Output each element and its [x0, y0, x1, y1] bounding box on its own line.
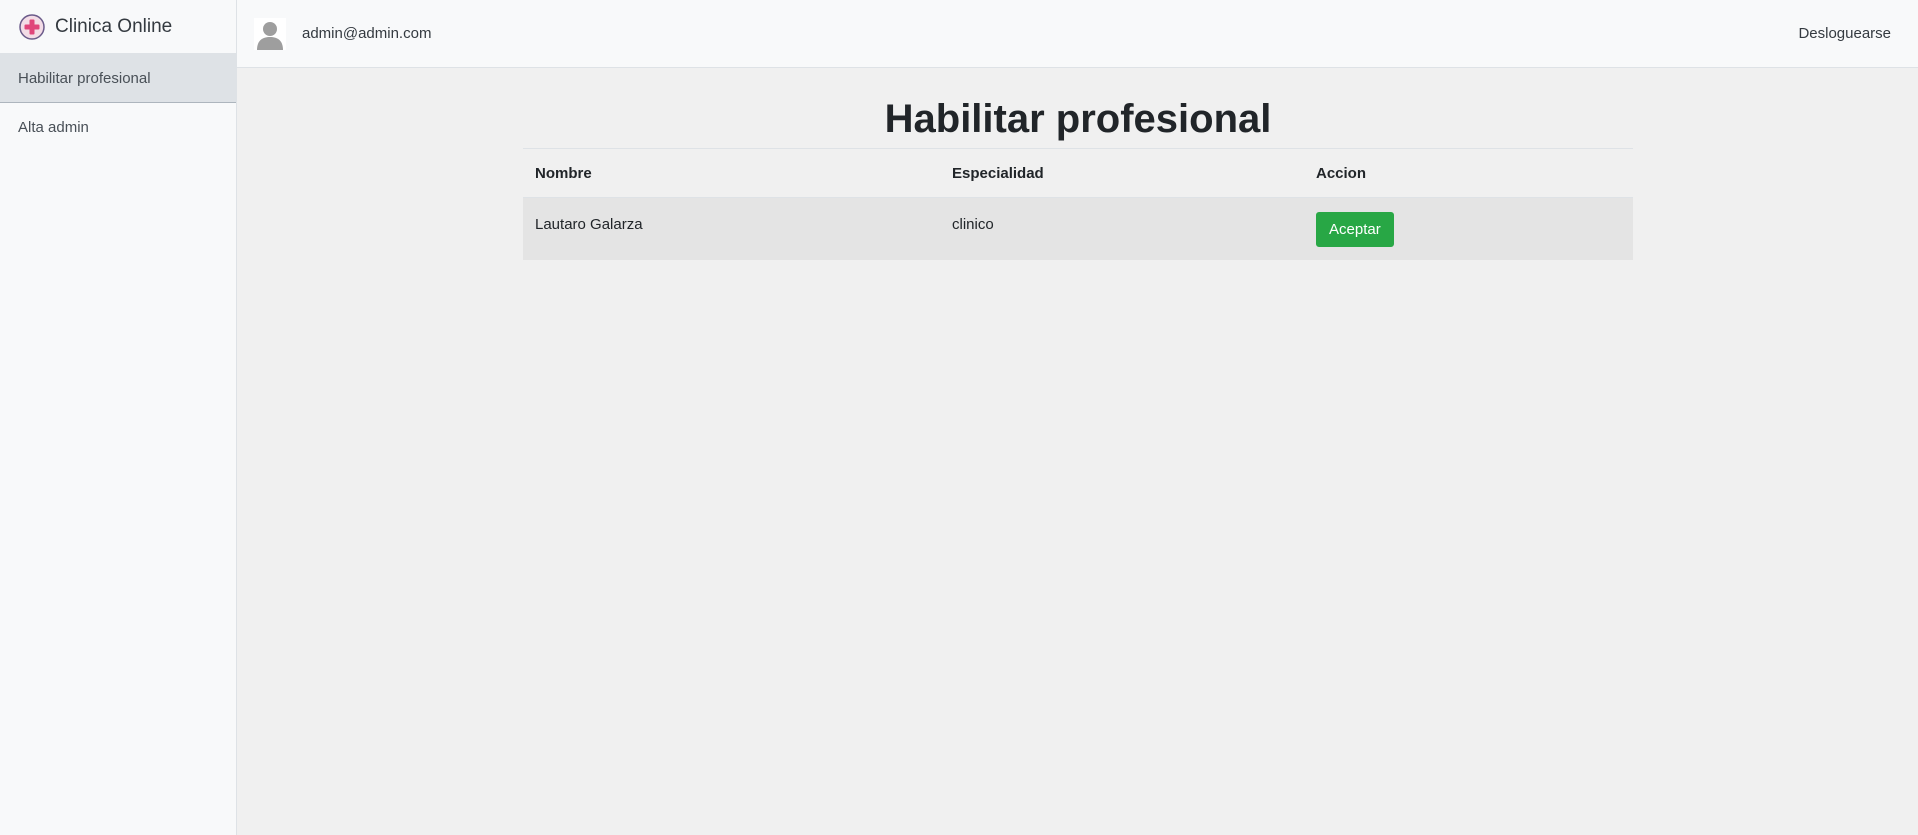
column-header-especialidad: Especialidad — [940, 148, 1304, 198]
sidebar-item-alta-admin[interactable]: Alta admin — [0, 103, 236, 152]
user-email: admin@admin.com — [302, 25, 432, 42]
brand[interactable]: Clinica Online — [0, 0, 236, 54]
medical-cross-icon — [19, 13, 45, 40]
content-container: Habilitar profesional Nombre Especialida… — [523, 94, 1633, 260]
cell-nombre: Lautaro Galarza — [523, 197, 940, 260]
table-header-row: Nombre Especialidad Accion — [523, 148, 1633, 198]
column-header-nombre: Nombre — [523, 148, 940, 198]
cell-accion: Aceptar — [1304, 197, 1633, 260]
user-avatar-icon — [254, 17, 286, 50]
sidebar-item-label: Habilitar profesional — [18, 69, 151, 87]
accept-button[interactable]: Aceptar — [1316, 211, 1394, 247]
professionals-table: Nombre Especialidad Accion Lautaro Galar… — [523, 148, 1633, 260]
column-header-accion: Accion — [1304, 148, 1633, 198]
table-row: Lautaro Galarza clinico Aceptar — [523, 197, 1633, 260]
page-title: Habilitar profesional — [884, 97, 1272, 141]
top-navbar: admin@admin.com Desloguearse — [237, 0, 1918, 68]
cell-especialidad: clinico — [940, 197, 1304, 260]
brand-name: Clinica Online — [55, 15, 173, 37]
sidebar: Clinica Online Habilitar profesional Alt… — [0, 0, 237, 835]
main-content: Habilitar profesional Nombre Especialida… — [237, 68, 1918, 835]
logout-link[interactable]: Desloguearse — [1798, 25, 1891, 42]
sidebar-item-habilitar-profesional[interactable]: Habilitar profesional — [0, 54, 236, 103]
sidebar-item-label: Alta admin — [18, 119, 89, 136]
